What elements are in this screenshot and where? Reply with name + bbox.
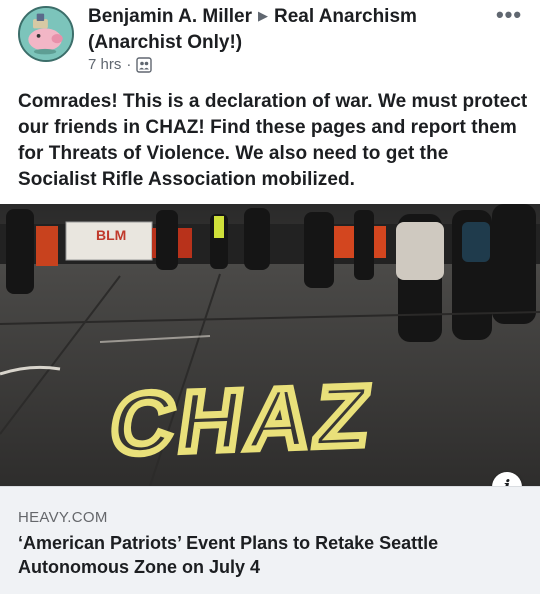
street-scene-photo: BLM CHAZ xyxy=(0,204,540,486)
meta-separator: · xyxy=(126,56,132,73)
link-title[interactable]: ‘American Patriots’ Event Plans to Retak… xyxy=(18,531,518,579)
group-audience-icon xyxy=(136,56,153,73)
chalk-street-text: CHAZ xyxy=(105,368,381,473)
arrow-right-icon: ▶ xyxy=(258,8,268,23)
link-preview-image[interactable]: BLM CHAZ xyxy=(0,204,540,486)
link-preview-card[interactable]: HEAVY.COM ‘American Patriots’ Event Plan… xyxy=(0,486,540,594)
post-text: Comrades! This is a declaration of war. … xyxy=(18,91,528,190)
more-options-button[interactable]: ••• xyxy=(494,4,524,28)
author-line: Benjamin A. Miller ▶ Real Anarchism (Anarc… xyxy=(88,3,488,56)
author-avatar[interactable] xyxy=(18,6,74,62)
post-time[interactable]: 7 hrs xyxy=(88,56,121,73)
author-name[interactable]: Benjamin A. Miller xyxy=(88,6,252,27)
ellipsis-icon: ••• xyxy=(495,2,523,27)
avatar-cartoon-image xyxy=(20,8,72,60)
barrier-sign-text: BLM xyxy=(96,227,126,243)
link-domain: HEAVY.COM xyxy=(18,509,108,526)
post-meta: 7 hrs · xyxy=(88,56,153,73)
post-header: Benjamin A. Miller ▶ Real Anarchism (Anarc… xyxy=(0,0,540,84)
